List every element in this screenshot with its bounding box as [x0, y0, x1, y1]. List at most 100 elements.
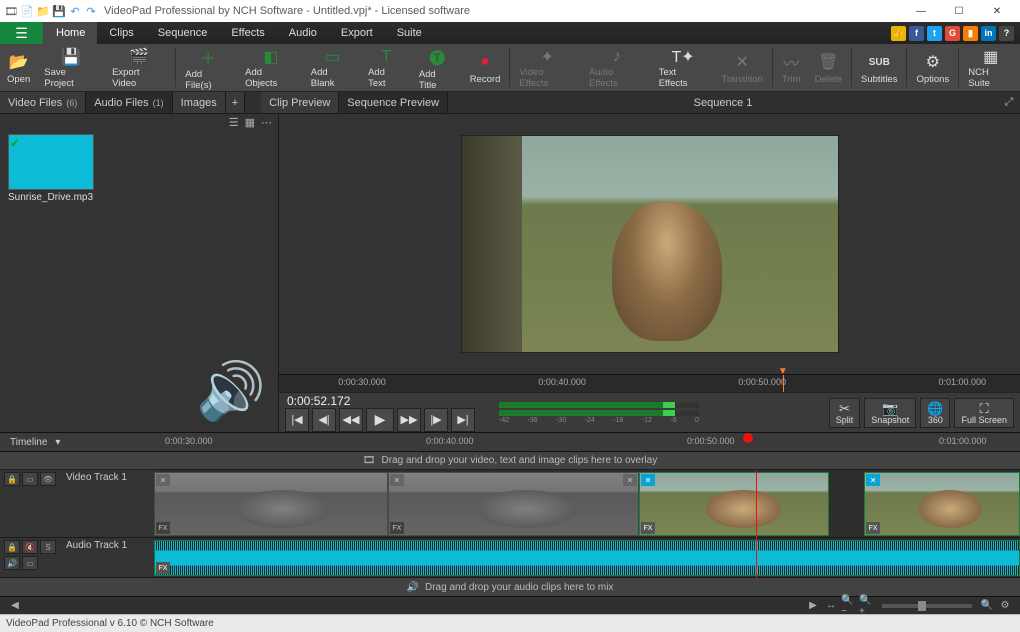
- zoom-slider[interactable]: [882, 604, 972, 608]
- zoom-out-icon[interactable]: 🔍−: [841, 599, 857, 613]
- 360-button[interactable]: 🌐360: [920, 398, 950, 428]
- video-track-body[interactable]: ✕FX ✕✕FX ✕FX ✕FX: [154, 470, 1020, 538]
- open-button[interactable]: 📂Open: [0, 44, 37, 91]
- status-bar: VideoPad Professional v 6.10 © NCH Softw…: [0, 614, 1020, 632]
- bin-clip[interactable]: Sunrise_Drive.mp3: [8, 134, 98, 203]
- bin-more-icon[interactable]: ⋯: [261, 116, 272, 130]
- overlay-track-hint[interactable]: 🎞 Drag and drop your video, text and ima…: [0, 452, 1020, 470]
- timeline-playhead[interactable]: [743, 433, 753, 443]
- fullscreen-button[interactable]: ⛶Full Screen: [954, 398, 1014, 428]
- fx-badge[interactable]: FX: [156, 522, 170, 534]
- goto-end-button[interactable]: ▶|: [451, 408, 475, 432]
- add-objects-button[interactable]: ◧Add Objects: [238, 44, 304, 91]
- bin-tab-add[interactable]: +: [226, 92, 245, 113]
- new-icon[interactable]: 📄: [20, 4, 34, 18]
- bin-tab-images[interactable]: Images: [173, 92, 226, 113]
- transition-button[interactable]: ✕Transition: [715, 44, 770, 91]
- track-view-button[interactable]: ▭: [22, 472, 38, 486]
- add-blank-button[interactable]: ▭Add Blank: [304, 44, 361, 91]
- undo-icon[interactable]: ↶: [68, 4, 82, 18]
- tab-export[interactable]: Export: [329, 22, 385, 44]
- delete-button[interactable]: 🗑Delete: [808, 44, 849, 91]
- audio-track-body[interactable]: FX: [154, 538, 1020, 578]
- track-lock-button[interactable]: 🔒: [4, 472, 20, 486]
- track-mute-button[interactable]: 👁: [40, 472, 56, 486]
- clip-thumbnail[interactable]: [8, 134, 94, 190]
- titlebar: 🎞 📄 📁 💾 ↶ ↷ VideoPad Professional by NCH…: [0, 0, 1020, 22]
- bin-grid-view-icon[interactable]: ▦: [245, 116, 255, 130]
- add-files-button[interactable]: ＋Add File(s): [178, 44, 238, 91]
- audio-effects-button[interactable]: ♪Audio Effects: [582, 44, 652, 91]
- atrack-solo-button[interactable]: S: [40, 540, 56, 554]
- tab-effects[interactable]: Effects: [219, 22, 276, 44]
- options-button[interactable]: ⚙Options: [909, 44, 956, 91]
- export-video-button[interactable]: 🎬Export Video: [105, 44, 173, 91]
- minimize-button[interactable]: —: [902, 0, 940, 22]
- prev-frame-button[interactable]: ◀|: [312, 408, 336, 432]
- app-menu-button[interactable]: ☰: [0, 22, 44, 44]
- timeline-label[interactable]: Timeline▾: [0, 437, 120, 448]
- atrack-mute-button[interactable]: 🔇: [22, 540, 38, 554]
- like-icon[interactable]: 👍: [891, 26, 906, 41]
- transition-badge[interactable]: ✕: [156, 474, 170, 486]
- split-button[interactable]: ✂Split: [829, 398, 861, 428]
- panel-tab-row: Video Files(6) Audio Files(1) Images + C…: [0, 92, 1020, 114]
- folder-open-icon: 📂: [9, 50, 29, 74]
- bin-list-view-icon[interactable]: ☰: [229, 116, 239, 130]
- close-button[interactable]: ✕: [978, 0, 1016, 22]
- bin-tab-video[interactable]: Video Files(6): [0, 92, 86, 113]
- forward-button[interactable]: ▶▶: [397, 408, 421, 432]
- timeline-settings-icon[interactable]: ⚙: [997, 599, 1013, 613]
- snapshot-button[interactable]: 📷Snapshot: [864, 398, 916, 428]
- redo-icon[interactable]: ↷: [84, 4, 98, 18]
- save-icon[interactable]: 💾: [52, 4, 66, 18]
- tab-clips[interactable]: Clips: [97, 22, 145, 44]
- atrack-more-button[interactable]: ▭: [22, 556, 38, 570]
- gear-icon: ⚙: [926, 50, 940, 74]
- audio-waveform[interactable]: FX: [154, 540, 1020, 576]
- atrack-lock-button[interactable]: 🔒: [4, 540, 20, 554]
- nch-suite-button[interactable]: ▦NCH Suite: [961, 44, 1020, 91]
- suite-icon: ▦: [983, 46, 998, 67]
- mix-track-hint[interactable]: 🔊 Drag and drop your audio clips here to…: [0, 578, 1020, 596]
- preview-ruler[interactable]: 0:00:30.000 0:00:40.000 0:00:50.000 0:01…: [279, 374, 1020, 392]
- open-icon[interactable]: 📁: [36, 4, 50, 18]
- rewind-button[interactable]: ◀◀: [339, 408, 363, 432]
- add-title-button[interactable]: 🅣Add Title: [412, 44, 463, 91]
- maximize-button[interactable]: ☐: [940, 0, 978, 22]
- rss-icon[interactable]: ▮: [963, 26, 978, 41]
- preview-tab-clip[interactable]: Clip Preview: [261, 92, 339, 113]
- tab-home[interactable]: Home: [44, 22, 97, 44]
- gplus-icon[interactable]: G: [945, 26, 960, 41]
- tab-suite[interactable]: Suite: [385, 22, 434, 44]
- save-project-button[interactable]: 💾Save Project: [37, 44, 105, 91]
- video-effects-button[interactable]: ✦Video Effects: [512, 44, 582, 91]
- twitter-icon[interactable]: t: [927, 26, 942, 41]
- text-effects-button[interactable]: T✦Text Effects: [652, 44, 715, 91]
- tab-sequence[interactable]: Sequence: [146, 22, 220, 44]
- play-button[interactable]: ▶: [366, 408, 394, 432]
- scissors-icon: ✂: [839, 401, 850, 415]
- atrack-vol-button[interactable]: 🔊: [4, 556, 20, 570]
- fit-icon[interactable]: ↔: [823, 599, 839, 613]
- add-text-button[interactable]: TAdd Text: [361, 44, 412, 91]
- linkedin-icon[interactable]: in: [981, 26, 996, 41]
- preview-video[interactable]: [279, 114, 1020, 374]
- trim-button[interactable]: 〰Trim: [775, 44, 808, 91]
- zoom-in-icon[interactable]: 🔍+: [859, 599, 875, 613]
- help-icon[interactable]: ?: [999, 26, 1014, 41]
- scroll-right-icon[interactable]: ▶: [805, 599, 821, 613]
- preview-playhead[interactable]: [783, 375, 784, 392]
- bin-tab-audio[interactable]: Audio Files(1): [86, 92, 172, 113]
- timeline-ruler[interactable]: 0:00:30.000 0:00:40.000 0:00:50.000 0:01…: [120, 433, 1020, 451]
- facebook-icon[interactable]: f: [909, 26, 924, 41]
- record-button[interactable]: ●Record: [463, 44, 508, 91]
- preview-tab-sequence[interactable]: Sequence Preview: [339, 92, 448, 113]
- zoom-reset-icon[interactable]: 🔍: [979, 599, 995, 613]
- detach-preview-icon[interactable]: ⤢: [998, 92, 1020, 113]
- scroll-left-icon[interactable]: ◀: [7, 599, 23, 613]
- goto-start-button[interactable]: |◀: [285, 408, 309, 432]
- subtitles-button[interactable]: SUBSubtitles: [854, 44, 904, 91]
- next-frame-button[interactable]: |▶: [424, 408, 448, 432]
- tab-audio[interactable]: Audio: [277, 22, 329, 44]
